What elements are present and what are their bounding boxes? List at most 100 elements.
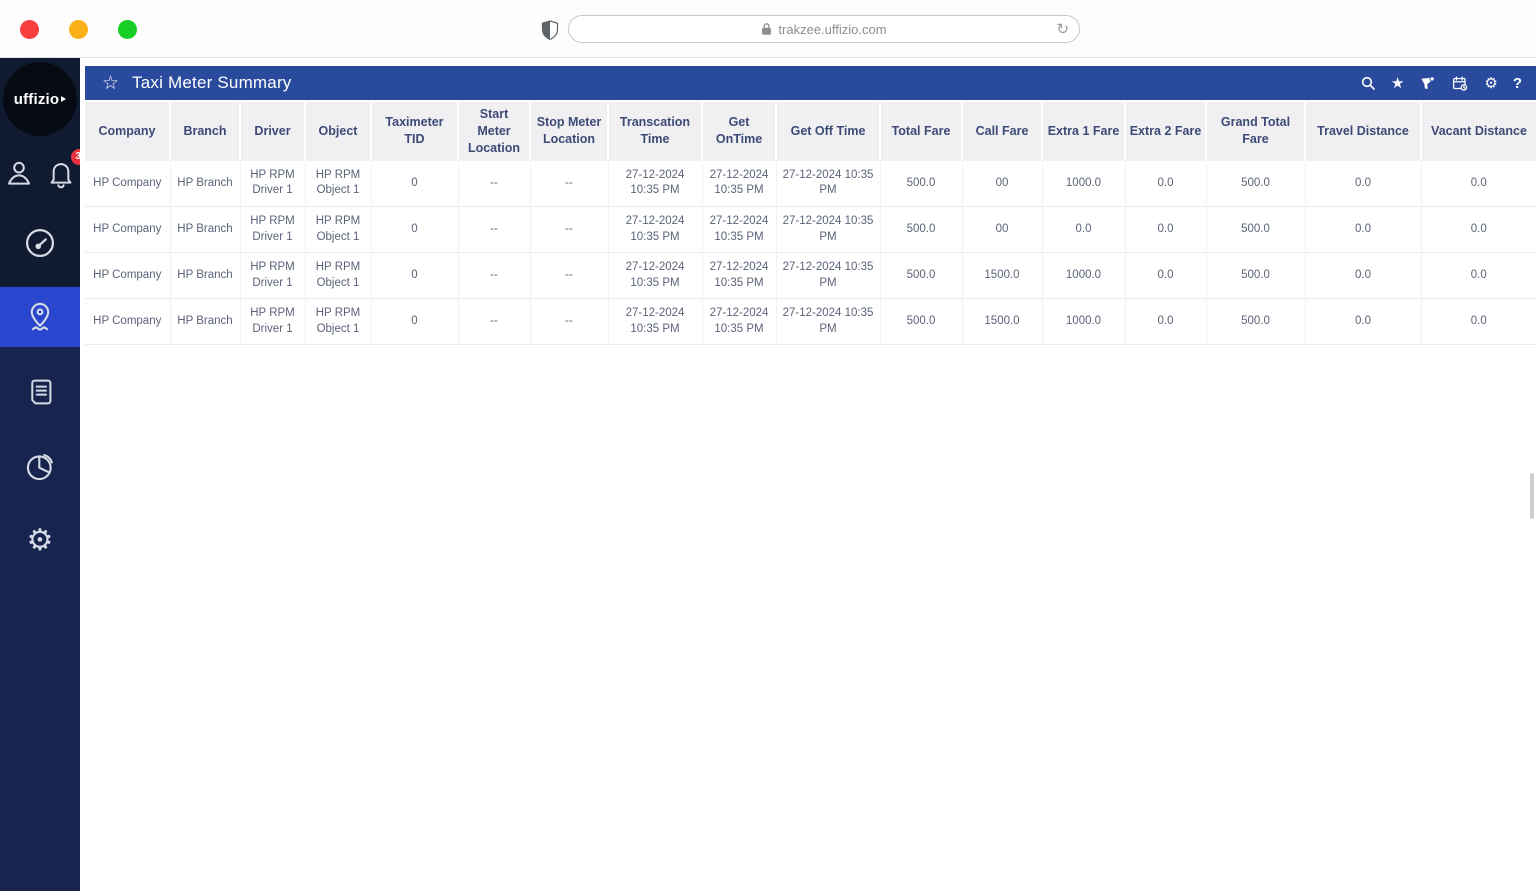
table-cell: -- <box>458 206 531 254</box>
table-cell: 27-12-2024 10:35 PM <box>776 160 881 208</box>
table-cell: 27-12-2024 10:35 PM <box>608 160 703 208</box>
table-cell: 0.0 <box>1421 252 1536 300</box>
table-cell: HP RPM Driver 1 <box>240 206 306 254</box>
table-cell: 0.0 <box>1125 160 1207 208</box>
column-header[interactable]: Object <box>305 102 372 161</box>
favorite-star-icon[interactable]: ☆ <box>102 72 119 95</box>
schedule-icon[interactable] <box>1451 75 1469 92</box>
table-cell: 500.0 <box>1206 298 1306 346</box>
table-cell: 0.0 <box>1125 206 1207 254</box>
table-cell: HP Company <box>85 252 171 300</box>
table-cell: 0 <box>371 206 459 254</box>
help-icon[interactable]: ? <box>1513 76 1522 91</box>
column-header[interactable]: Extra 1 Fare <box>1042 102 1126 161</box>
page-title-bar: ☆ Taxi Meter Summary ★ ⚙ ? <box>85 66 1536 100</box>
column-header[interactable]: Company <box>85 102 171 161</box>
table-cell: 0 <box>371 160 459 208</box>
table-cell: 0.0 <box>1421 206 1536 254</box>
table-cell: 27-12-2024 10:35 PM <box>702 160 777 208</box>
minimize-button[interactable] <box>69 20 88 39</box>
table-cell: 0.0 <box>1421 160 1536 208</box>
table-cell: 27-12-2024 10:35 PM <box>702 206 777 254</box>
sidebar-item-settings[interactable]: ⚙ <box>0 511 80 571</box>
column-header[interactable]: Travel Distance <box>1305 102 1422 161</box>
table-cell: 1000.0 <box>1042 298 1126 346</box>
table-cell: -- <box>530 160 609 208</box>
sidebar-item-user[interactable] <box>3 157 35 194</box>
table-cell: -- <box>458 298 531 346</box>
column-header[interactable]: Total Fare <box>880 102 963 161</box>
table-cell: 0 <box>371 252 459 300</box>
filter-icon[interactable] <box>1419 75 1436 92</box>
browser-chrome: trakzee.uffizio.com ↻ <box>0 0 1536 58</box>
table-cell: 500.0 <box>1206 206 1306 254</box>
column-header[interactable]: Extra 2 Fare <box>1125 102 1207 161</box>
table-row: HP Company HP Branch HP RPM Driver 1 HP RPM… <box>85 252 1536 300</box>
table-cell: HP RPM Object 1 <box>305 206 372 254</box>
table-cell: 27-12-2024 10:35 PM <box>608 252 703 300</box>
column-header[interactable]: Start Meter Location <box>458 102 531 161</box>
window-controls <box>20 20 137 39</box>
table-cell: HP Branch <box>170 298 241 346</box>
shield-icon[interactable] <box>541 19 559 41</box>
table-cell: 500.0 <box>880 252 963 300</box>
logo-arrow-icon <box>61 96 67 102</box>
column-header[interactable]: Stop Meter Location <box>530 102 609 161</box>
table-cell: 0.0 <box>1125 298 1207 346</box>
table-cell: 27-12-2024 10:35 PM <box>608 206 703 254</box>
table-cell: 1000.0 <box>1042 160 1126 208</box>
url-bar[interactable]: trakzee.uffizio.com ↻ <box>568 15 1080 43</box>
table-cell: 0.0 <box>1305 160 1422 208</box>
title-bar-actions: ★ ⚙ ? <box>1360 75 1522 92</box>
table-cell: 27-12-2024 10:35 PM <box>702 252 777 300</box>
reload-icon[interactable]: ↻ <box>1056 20 1069 38</box>
column-header[interactable]: Transcation Time <box>608 102 703 161</box>
gear-icon: ⚙ <box>26 524 54 557</box>
table-cell: 500.0 <box>880 206 963 254</box>
sidebar-item-notifications[interactable]: 34 <box>45 148 91 194</box>
table-cell: 0.0 <box>1125 252 1207 300</box>
table-cell: HP RPM Driver 1 <box>240 160 306 208</box>
report-icon <box>31 379 52 405</box>
pie-chart-icon <box>26 454 53 481</box>
uffizio-logo[interactable]: uffizio <box>3 62 77 136</box>
table-cell: 27-12-2024 10:35 PM <box>702 298 777 346</box>
gear-icon[interactable]: ⚙ <box>1484 76 1497 91</box>
search-icon[interactable] <box>1360 75 1376 91</box>
table-row: HP Company HP Branch HP RPM Driver 1 HP RPM… <box>85 298 1536 346</box>
table-cell: 0 <box>371 298 459 346</box>
table-body: HP Company HP Branch HP RPM Driver 1 HP RPM… <box>85 160 1536 346</box>
vertical-scrollbar-thumb[interactable] <box>1530 473 1534 519</box>
column-header[interactable]: Get OnTime <box>702 102 777 161</box>
column-header[interactable]: Driver <box>240 102 306 161</box>
column-header[interactable]: Call Fare <box>962 102 1043 161</box>
column-header[interactable]: Vacant Distance <box>1421 102 1536 161</box>
zoom-button[interactable] <box>118 20 137 39</box>
star-icon[interactable]: ★ <box>1391 76 1404 91</box>
table-cell: 27-12-2024 10:35 PM <box>608 298 703 346</box>
column-header[interactable]: Branch <box>170 102 241 161</box>
sidebar-item-tracking[interactable] <box>0 287 80 347</box>
close-button[interactable] <box>20 20 39 39</box>
table-cell: HP Branch <box>170 206 241 254</box>
table-cell: HP RPM Driver 1 <box>240 252 306 300</box>
table-cell: 0.0 <box>1042 206 1126 254</box>
logo-text: uffizio <box>13 90 60 108</box>
sidebar-item-analytics[interactable] <box>0 437 80 497</box>
table-cell: 0.0 <box>1305 206 1422 254</box>
table-cell: 0.0 <box>1421 298 1536 346</box>
table-cell: -- <box>530 252 609 300</box>
column-header[interactable]: Grand Total Fare <box>1206 102 1306 161</box>
sidebar-item-reports[interactable] <box>0 362 80 422</box>
column-header[interactable]: Taximeter TID <box>371 102 459 161</box>
table-cell: 0.0 <box>1305 252 1422 300</box>
table-cell: -- <box>458 252 531 300</box>
table-cell: 500.0 <box>1206 160 1306 208</box>
table-cell: 500.0 <box>880 160 963 208</box>
table-cell: 27-12-2024 10:35 PM <box>776 252 881 300</box>
table-cell: 00 <box>962 206 1043 254</box>
column-header[interactable]: Get Off Time <box>776 102 881 161</box>
table-cell: 500.0 <box>880 298 963 346</box>
sidebar-item-dashboard[interactable] <box>0 213 80 273</box>
table-cell: 00 <box>962 160 1043 208</box>
